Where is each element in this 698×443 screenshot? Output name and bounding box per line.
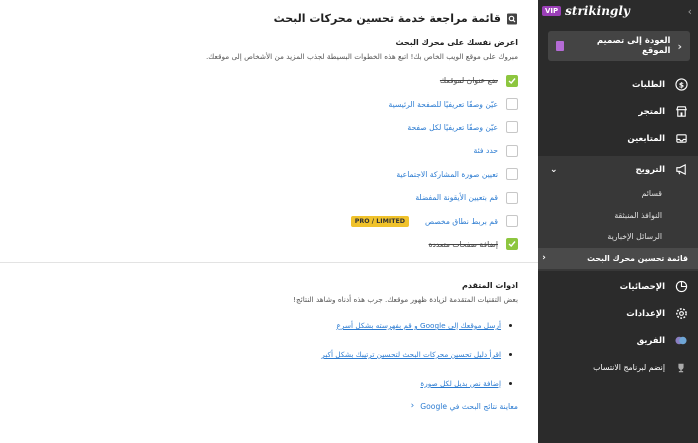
- search-page-icon: [506, 13, 518, 25]
- pie-chart-icon: [674, 280, 688, 294]
- checkbox[interactable]: [506, 121, 518, 134]
- sidebar-item-label: المتابعين: [627, 133, 665, 144]
- sidebar-item-label: الطلبات: [631, 79, 665, 90]
- bullet-icon: [509, 324, 512, 327]
- page-title-text: قائمة مراجعة خدمة تحسين محركات البحث: [273, 12, 501, 25]
- checklist-item-label[interactable]: عيّن وصفًا تعريفيًا لكل صفحة: [407, 123, 498, 132]
- section-divider: [0, 262, 538, 263]
- sidebar-nav-lower: الإحصائيات الإعدادات الفريق إنضم لبرنامج…: [538, 273, 698, 381]
- sidebar-item-store[interactable]: المتجر: [538, 98, 698, 125]
- submenu-item-label: قائمة تحسين محرك البحث: [587, 253, 688, 263]
- google-preview-label: معاينة نتائج البحث في Google: [420, 401, 518, 411]
- megaphone-icon: [674, 163, 688, 177]
- checkmark-icon: [508, 77, 516, 84]
- sidebar-item-orders[interactable]: $ الطلبات: [538, 71, 698, 98]
- inbox-icon: [674, 132, 688, 146]
- checklist-item[interactable]: ضع عنوان لموقعك: [18, 69, 518, 92]
- checkmark-icon: [508, 241, 516, 248]
- seo-checklist: ضع عنوان لموقعك عيّن وصفًا تعريفيًا للصفح…: [18, 69, 518, 256]
- checklist-item[interactable]: قم بتعيين الأيقونة المفضلة: [18, 186, 518, 209]
- sidebar-item-label: الإعدادات: [626, 308, 665, 319]
- checkbox[interactable]: [506, 144, 518, 157]
- checklist-item-label[interactable]: تعيين صورة المشاركة الاجتماعية: [396, 170, 498, 179]
- brand: VIP strikingly: [542, 4, 630, 18]
- store-icon: [674, 105, 688, 119]
- sidebar-item-promotion[interactable]: الترويج ⌄: [538, 156, 698, 183]
- page-icon: [556, 41, 564, 51]
- checkbox-checked[interactable]: [506, 74, 518, 87]
- checkbox[interactable]: [506, 215, 518, 228]
- svg-text:$: $: [678, 80, 683, 89]
- sidebar: › VIP strikingly ‹ العودة إلى تصميم المو…: [538, 0, 698, 443]
- team-icon: [674, 334, 688, 348]
- trophy-icon: [674, 361, 688, 375]
- checklist-item[interactable]: حدد فئة: [18, 139, 518, 162]
- checklist-item[interactable]: تعيين صورة المشاركة الاجتماعية: [18, 163, 518, 186]
- sidebar-header: › VIP strikingly: [538, 0, 698, 22]
- advanced-tools-list: أرسل موقعك إلى Google و قم بفهرسته بشكل …: [18, 311, 518, 398]
- advanced-tool-link[interactable]: اقرأ دليل تحسين محركات البحث لتحسين ترتي…: [321, 350, 501, 359]
- checkbox[interactable]: [506, 98, 518, 111]
- submenu-item-newsletters[interactable]: الرسائل الإخبارية: [538, 226, 698, 248]
- checklist-item[interactable]: إضافة صفحات متعددة: [18, 233, 518, 256]
- checkbox-checked[interactable]: [506, 238, 518, 251]
- checkbox[interactable]: [506, 168, 518, 181]
- checklist-item-label[interactable]: حدد فئة: [474, 146, 498, 155]
- advanced-tool-item: اقرأ دليل تحسين محركات البحث لتحسين ترتي…: [18, 340, 518, 369]
- section-heading-advanced: ادوات المتقدم: [461, 281, 518, 290]
- checklist-item-label: ضع عنوان لموقعك: [439, 76, 498, 86]
- submenu-item-seo-checklist[interactable]: قائمة تحسين محرك البحث ‹: [538, 247, 698, 269]
- section-description-visibility: مبروك على موقع الويب الخاص بك! اتبع هذه …: [205, 52, 518, 61]
- back-to-editor-button[interactable]: ‹ العودة إلى تصميم الموقع: [548, 31, 690, 61]
- sidebar-item-label: المتجر: [638, 106, 665, 117]
- checklist-item[interactable]: عيّن وصفًا تعريفيًا للصفحة الرئيسية: [18, 92, 518, 115]
- sidebar-item-team[interactable]: الفريق: [538, 327, 698, 354]
- chevron-left-icon: ‹: [677, 39, 682, 53]
- chevron-down-icon: ⌄: [550, 164, 558, 175]
- sidebar-item-label: الترويج: [635, 164, 665, 175]
- chevron-left-icon: ‹: [542, 253, 546, 264]
- chevron-left-icon: ‹: [410, 401, 415, 411]
- promotion-submenu: قسائم النوافذ المنبثقة الرسائل الإخبارية…: [538, 183, 698, 271]
- chevron-right-icon[interactable]: ›: [688, 5, 692, 18]
- sidebar-nav: $ الطلبات المتجر المتابعين الترويج ⌄: [538, 71, 698, 183]
- page-title: قائمة مراجعة خدمة تحسين محركات البحث: [274, 12, 518, 25]
- sidebar-item-settings[interactable]: الإعدادات: [538, 300, 698, 327]
- checklist-item-label: إضافة صفحات متعددة: [428, 239, 498, 249]
- main-content: قائمة مراجعة خدمة تحسين محركات البحث اعر…: [0, 0, 538, 443]
- sidebar-item-label: الإحصائيات: [619, 281, 665, 292]
- sidebar-item-analytics[interactable]: الإحصائيات: [538, 273, 698, 300]
- dollar-icon: $: [674, 78, 688, 92]
- bullet-icon: [509, 382, 512, 385]
- advanced-tool-link[interactable]: أرسل موقعك إلى Google و قم بفهرسته بشكل …: [337, 321, 502, 330]
- checklist-item[interactable]: قم بربط نطاق مخصص PRO / LIMITED: [18, 209, 518, 232]
- checklist-item-label[interactable]: قم بربط نطاق مخصص: [425, 217, 498, 226]
- checklist-item[interactable]: عيّن وصفًا تعريفيًا لكل صفحة: [18, 116, 518, 139]
- checklist-item-label[interactable]: عيّن وصفًا تعريفيًا للصفحة الرئيسية: [389, 100, 498, 109]
- advanced-tool-item: أرسل موقعك إلى Google و قم بفهرسته بشكل …: [18, 311, 518, 340]
- checklist-item-label[interactable]: قم بتعيين الأيقونة المفضلة: [415, 193, 498, 202]
- gear-icon: [674, 307, 688, 321]
- checkbox[interactable]: [506, 191, 518, 204]
- advanced-tool-item: إضافة نص بديل لكل صورة: [18, 369, 518, 398]
- sidebar-item-label: إنضم لبرنامج الانتساب: [593, 363, 665, 372]
- advanced-tool-link[interactable]: إضافة نص بديل لكل صورة: [420, 379, 501, 388]
- google-preview-link[interactable]: معاينة نتائج البحث في Google ‹: [411, 401, 518, 411]
- bullet-icon: [509, 353, 512, 356]
- pro-limited-badge: PRO / LIMITED: [350, 215, 410, 227]
- vip-badge: VIP: [542, 6, 562, 16]
- sidebar-item-label: الفريق: [636, 335, 665, 346]
- sidebar-item-followers[interactable]: المتابعين: [538, 125, 698, 152]
- section-heading-visibility: اعرض نفسك على محرك البحث: [395, 38, 518, 47]
- sidebar-item-affiliate[interactable]: إنضم لبرنامج الانتساب: [538, 354, 698, 381]
- logo: strikingly: [565, 4, 630, 18]
- submenu-item-coupons[interactable]: قسائم: [538, 183, 698, 205]
- submenu-item-popups[interactable]: النوافذ المنبثقة: [538, 205, 698, 227]
- section-description-advanced: بعض التقنيات المتقدمة لزيادة ظهور موقعك.…: [293, 295, 518, 304]
- back-to-editor-label: العودة إلى تصميم الموقع: [596, 36, 671, 56]
